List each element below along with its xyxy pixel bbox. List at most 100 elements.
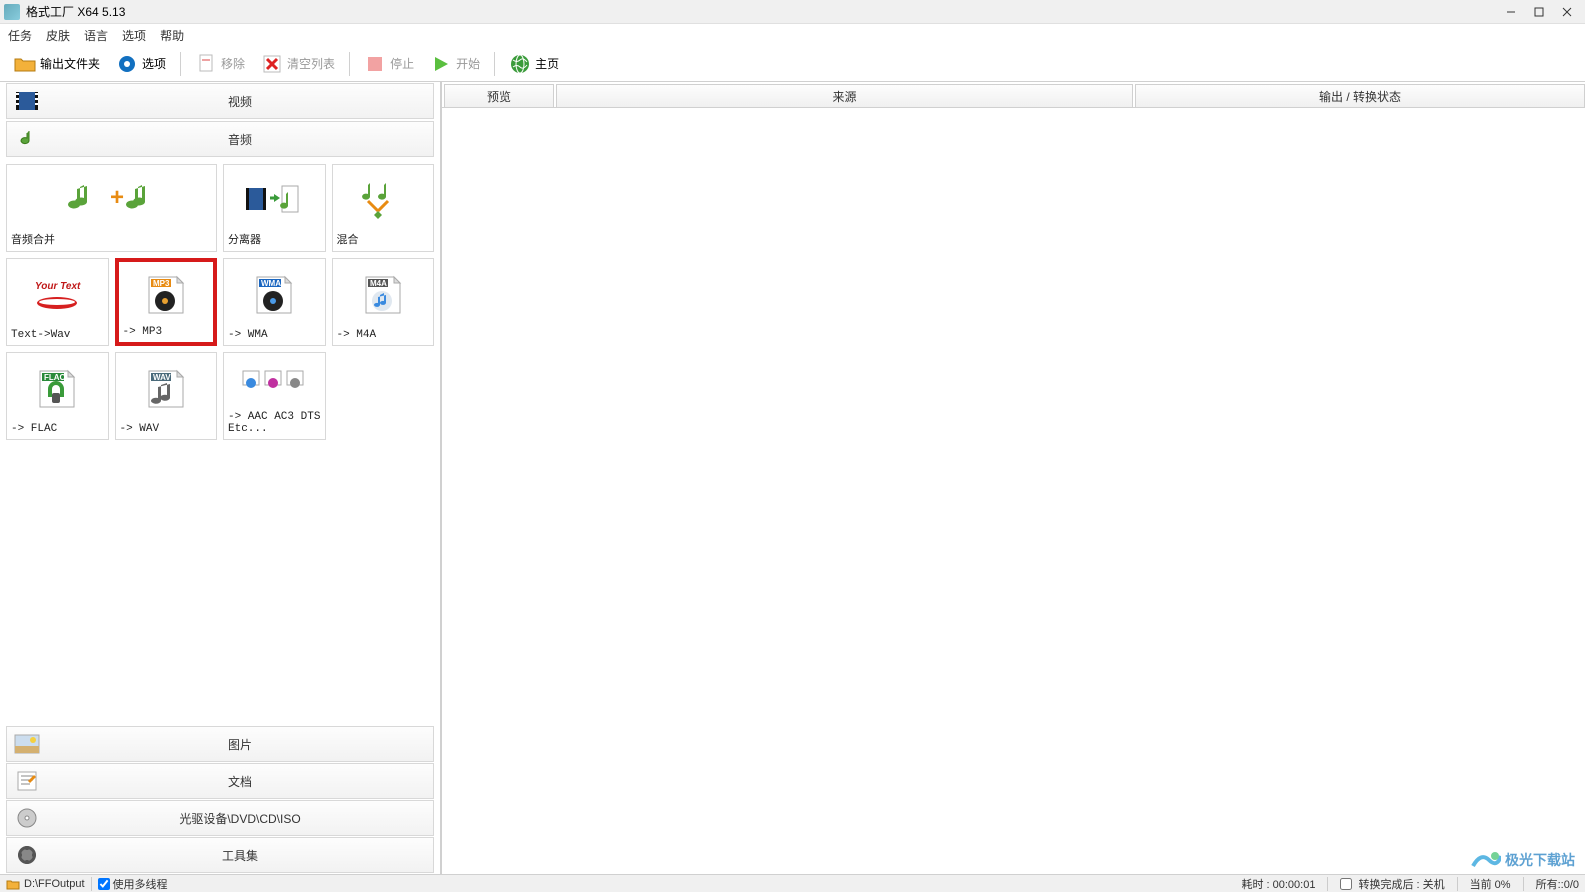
category-video-label: 视频: [47, 93, 433, 110]
tile-wma[interactable]: WMA -> WMA: [223, 258, 326, 346]
globe-icon: [509, 53, 531, 75]
menubar: 任务 皮肤 语言 选项 帮助: [0, 24, 1585, 46]
doc-icon: [13, 769, 41, 793]
tools-icon: [13, 843, 41, 867]
note-icon: [13, 127, 41, 151]
stop-label: 停止: [390, 55, 414, 72]
category-image[interactable]: 图片: [6, 726, 434, 762]
category-video[interactable]: 视频: [6, 83, 434, 119]
menu-task[interactable]: 任务: [8, 27, 32, 44]
stop-button[interactable]: 停止: [358, 50, 420, 78]
remove-label: 移除: [221, 55, 245, 72]
clear-label: 清空列表: [287, 55, 335, 72]
svg-text:Your Text: Your Text: [35, 281, 81, 292]
clear-list-button[interactable]: 清空列表: [255, 50, 341, 78]
aac-etc-icon: [228, 357, 321, 409]
statusbar: D:\FFOutput 使用多线程 耗时 : 00:00:01 转换完成后 : …: [0, 874, 1585, 892]
output-path[interactable]: D:\FFOutput: [24, 878, 85, 890]
output-folder-button[interactable]: 输出文件夹: [8, 50, 106, 78]
splitter-icon: [228, 169, 321, 229]
category-disc[interactable]: 光驱设备\DVD\CD\ISO: [6, 800, 434, 836]
task-list[interactable]: [442, 108, 1585, 874]
svg-text:MP3: MP3: [153, 279, 170, 288]
shutdown-checkbox[interactable]: [1340, 878, 1352, 890]
audio-tiles: + 音频合并 分离器 混合 Your Text Text->Wav MP3 ->…: [0, 158, 440, 725]
wma-icon: WMA: [228, 263, 321, 327]
menu-lang[interactable]: 语言: [84, 27, 108, 44]
menu-help[interactable]: 帮助: [160, 27, 184, 44]
maximize-button[interactable]: [1525, 2, 1553, 22]
svg-text:+: +: [110, 184, 124, 211]
tile-text-wav[interactable]: Your Text Text->Wav: [6, 258, 109, 346]
tile-flac[interactable]: FLAC -> FLAC: [6, 352, 109, 440]
home-label: 主页: [535, 55, 559, 72]
current-progress-label: 当前 0%: [1470, 876, 1511, 892]
elapsed-label: 耗时 : 00:00:01: [1241, 876, 1315, 892]
remove-icon: [195, 53, 217, 75]
clear-icon: [261, 53, 283, 75]
toolbar: 输出文件夹 选项 移除 清空列表 停止 开始 主页: [0, 46, 1585, 82]
audio-merge-icon: +: [11, 169, 212, 229]
remove-button[interactable]: 移除: [189, 50, 251, 78]
category-audio[interactable]: 音频: [6, 121, 434, 157]
category-doc[interactable]: 文档: [6, 763, 434, 799]
minimize-button[interactable]: [1497, 2, 1525, 22]
tile-wav-label: -> WAV: [120, 421, 213, 435]
text-wav-icon: Your Text: [11, 263, 104, 327]
tile-splitter[interactable]: 分离器: [223, 164, 326, 252]
category-audio-label: 音频: [47, 131, 433, 148]
stop-icon: [364, 53, 386, 75]
app-icon: [4, 4, 20, 20]
svg-text:M4A: M4A: [370, 279, 387, 288]
image-icon: [13, 732, 41, 756]
svg-text:WMA: WMA: [261, 279, 281, 288]
output-folder-label: 输出文件夹: [40, 55, 100, 72]
m4a-icon: M4A: [337, 263, 430, 327]
menu-skin[interactable]: 皮肤: [46, 27, 70, 44]
tile-aac-etc[interactable]: -> AAC AC3 DTS Etc...: [223, 352, 326, 440]
window-title: 格式工厂 X64 5.13: [26, 3, 125, 20]
col-preview[interactable]: 预览: [444, 84, 554, 107]
category-image-label: 图片: [47, 736, 433, 753]
mix-icon: [337, 169, 430, 229]
tile-mp3-label: -> MP3: [123, 324, 210, 338]
tile-aac-etc-label: -> AAC AC3 DTS Etc...: [228, 409, 321, 435]
category-doc-label: 文档: [47, 773, 433, 790]
filmstrip-icon: [13, 89, 41, 113]
tile-mp3[interactable]: MP3 -> MP3: [115, 258, 218, 346]
titlebar: 格式工厂 X64 5.13: [0, 0, 1585, 24]
multithread-label: 使用多线程: [113, 876, 168, 892]
home-button[interactable]: 主页: [503, 50, 565, 78]
category-tools[interactable]: 工具集: [6, 837, 434, 873]
tile-wav[interactable]: WAV -> WAV: [115, 352, 218, 440]
wav-icon: WAV: [120, 357, 213, 421]
left-panel: 视频 音频 + 音频合并 分离器 混合 Your Text Text->Wav: [0, 82, 442, 874]
flac-icon: FLAC: [11, 357, 104, 421]
all-progress-label: 所有::0/0: [1536, 876, 1579, 892]
right-panel: 预览 来源 输出 / 转换状态: [442, 82, 1585, 874]
play-icon: [430, 53, 452, 75]
tile-mix[interactable]: 混合: [332, 164, 435, 252]
options-label: 选项: [142, 55, 166, 72]
menu-options[interactable]: 选项: [122, 27, 146, 44]
close-button[interactable]: [1553, 2, 1581, 22]
multithread-checkbox[interactable]: [98, 878, 110, 890]
column-headers: 预览 来源 输出 / 转换状态: [442, 84, 1585, 108]
tile-text-wav-label: Text->Wav: [11, 327, 104, 341]
category-tools-label: 工具集: [47, 847, 433, 864]
start-button[interactable]: 开始: [424, 50, 486, 78]
col-source[interactable]: 来源: [556, 84, 1133, 107]
tile-flac-label: -> FLAC: [11, 421, 104, 435]
col-output[interactable]: 输出 / 转换状态: [1135, 84, 1585, 107]
options-button[interactable]: 选项: [110, 50, 172, 78]
mp3-icon: MP3: [123, 266, 210, 324]
options-icon: [116, 53, 138, 75]
tile-audio-merge-label: 音频合并: [11, 229, 212, 247]
tile-wma-label: -> WMA: [228, 327, 321, 341]
tile-splitter-label: 分离器: [228, 229, 321, 247]
tile-audio-merge[interactable]: + 音频合并: [6, 164, 217, 252]
tile-m4a[interactable]: M4A -> M4A: [332, 258, 435, 346]
svg-text:FLAC: FLAC: [44, 373, 66, 382]
disc-icon: [13, 806, 41, 830]
status-folder-icon[interactable]: [6, 878, 20, 890]
